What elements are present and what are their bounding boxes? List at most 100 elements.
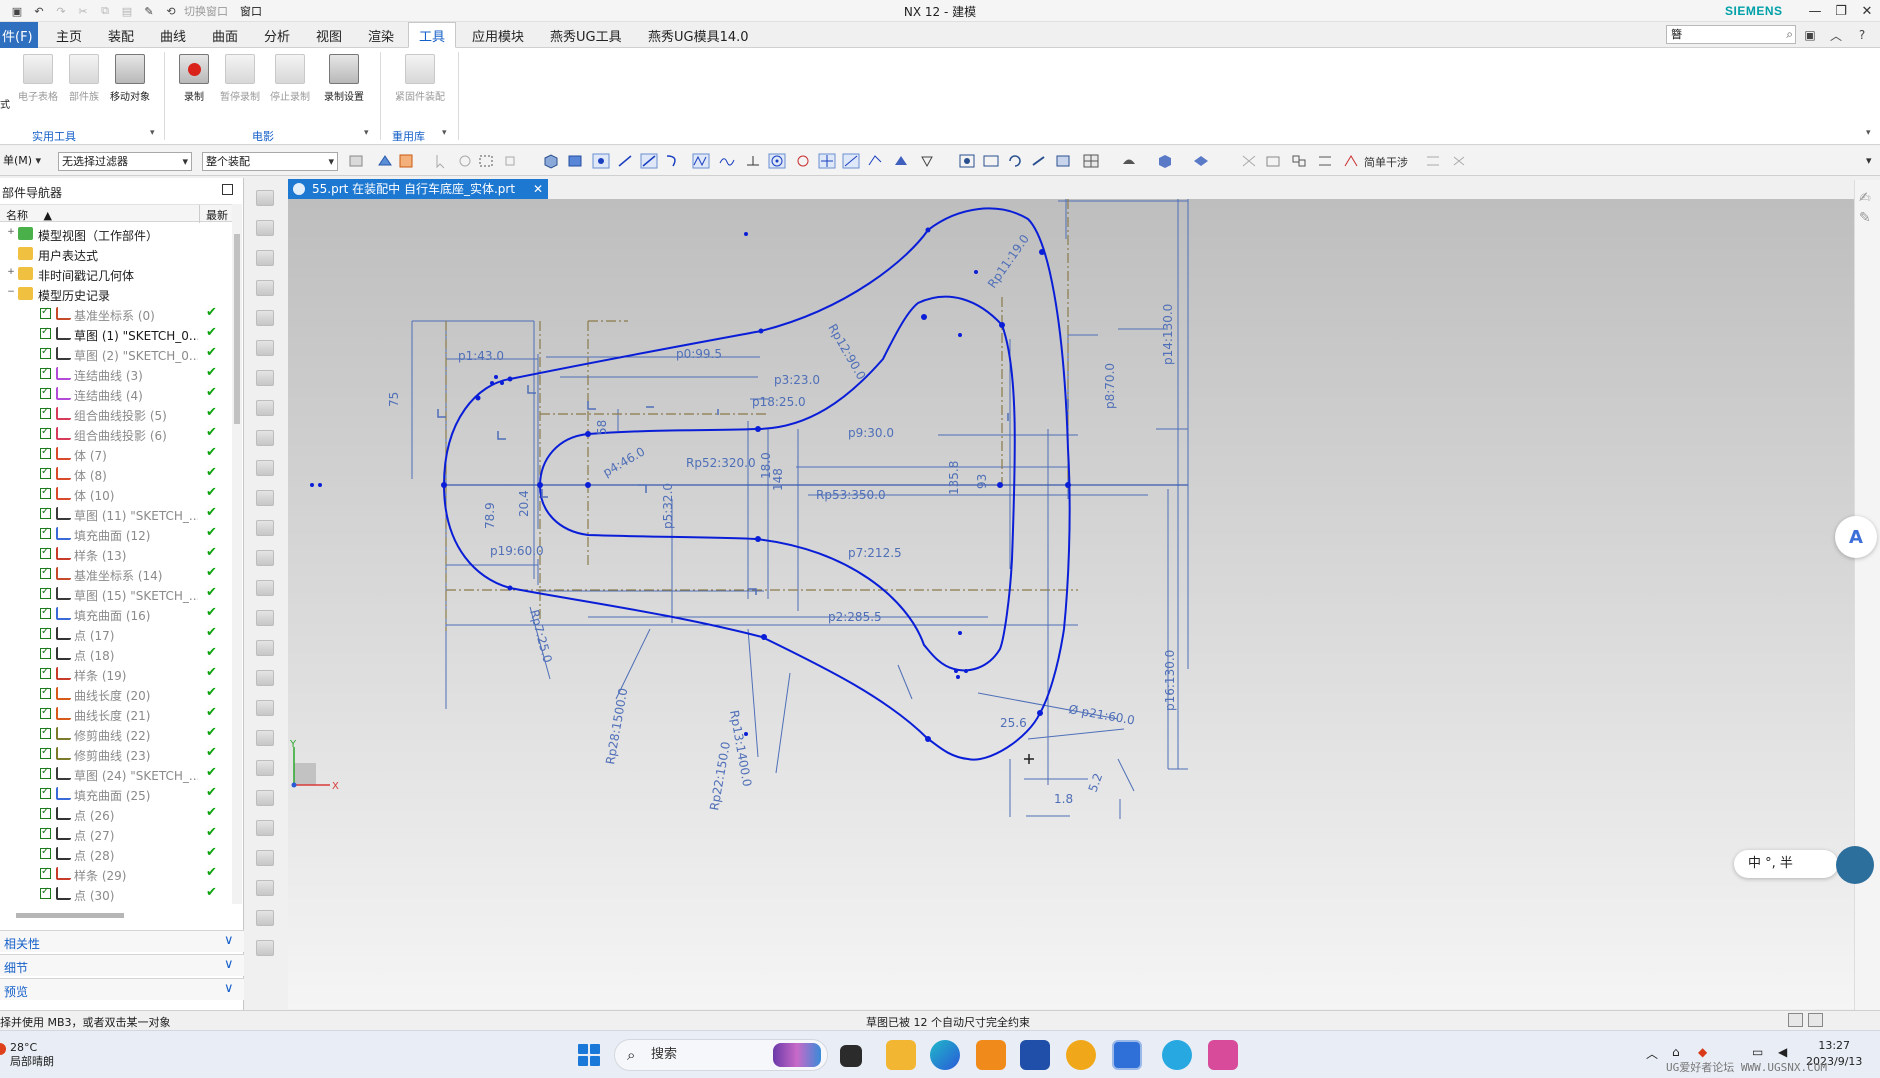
shading-icon[interactable] [1120,153,1138,169]
feature-row[interactable]: 样条 (29) ✔ [0,864,232,884]
intersection-snap-icon[interactable] [818,153,836,169]
file-explorer-icon[interactable] [886,1040,916,1070]
resource-bar-icon[interactable] [256,220,274,236]
feature-row[interactable]: 草图 (2) "SKETCH_0... ✔ [0,344,232,364]
visibility-checkbox[interactable] [40,686,51,699]
quadrant-snap-icon[interactable] [794,153,812,169]
simple-interference-label[interactable]: 简单干涉 [1364,154,1408,170]
resource-bar-icon[interactable] [256,880,274,896]
resource-bar-icon[interactable] [256,730,274,746]
resource-bar-icon[interactable] [256,400,274,416]
visibility-checkbox[interactable] [40,866,51,879]
selection-scope-dropdown[interactable]: 整个装配 [202,152,338,171]
tree-node[interactable]: − 模型历史记录 [0,284,232,304]
window-menu-button[interactable]: 窗口 [240,3,262,19]
tab-analysis[interactable]: 分析 [264,22,290,48]
feature-row[interactable]: 基准坐标系 (14) ✔ [0,564,232,584]
visibility-checkbox[interactable] [40,406,51,419]
visibility-checkbox[interactable] [40,506,51,519]
stop-record-button[interactable]: 停止录制 [264,54,316,103]
tray-app-icon[interactable]: ◆ [1698,1045,1707,1059]
feature-row[interactable]: 连结曲线 (3) ✔ [0,364,232,384]
store-icon[interactable] [1020,1040,1050,1070]
feature-row[interactable]: 连结曲线 (4) ✔ [0,384,232,404]
visibility-checkbox[interactable] [40,766,51,779]
bounded-grid-icon[interactable] [892,153,910,169]
feature-row[interactable]: 草图 (15) "SKETCH_... ✔ [0,584,232,604]
pointer-icon[interactable] [432,153,450,169]
point-on-curve-snap-icon[interactable] [842,153,860,169]
chevron-down-icon[interactable]: ∨ [224,981,234,996]
feature-row[interactable]: 点 (28) ✔ [0,844,232,864]
resource-bar-icon[interactable] [256,310,274,326]
visibility-checkbox[interactable] [40,666,51,679]
feature-row[interactable]: 样条 (19) ✔ [0,664,232,684]
assembly-constraint-icon[interactable] [1450,153,1468,169]
weather-widget[interactable]: 28°C 局部晴朗 [10,1041,54,1069]
resource-bar-icon[interactable] [256,340,274,356]
work-layer-icon[interactable] [1192,153,1210,169]
tree-node[interactable]: + 模型视图（工作部件） [0,224,232,244]
resource-bar-icon[interactable] [256,700,274,716]
feature-row[interactable]: 点 (18) ✔ [0,644,232,664]
visibility-checkbox[interactable] [40,646,51,659]
feature-row[interactable]: 组合曲线投影 (6) ✔ [0,424,232,444]
edge-browser-icon[interactable] [930,1040,960,1070]
save-icon[interactable]: ▣ [8,2,26,20]
restore-icon[interactable]: ❐ [1828,0,1854,22]
scrollbar-thumb[interactable] [234,234,240,424]
feature-row[interactable]: 修剪曲线 (22) ✔ [0,724,232,744]
feature-row[interactable]: 体 (10) ✔ [0,484,232,504]
clearance-icon[interactable] [1424,153,1442,169]
tab-home[interactable]: 主页 [56,22,82,48]
tab-surface[interactable]: 曲面 [212,22,238,48]
spreadsheet-button[interactable]: 电子表格 [12,54,64,103]
fastener-assembly-button[interactable]: 紧固件装配 [390,54,450,103]
tab-application[interactable]: 应用模块 [472,22,524,48]
resource-bar-icon[interactable] [256,190,274,206]
visibility-checkbox[interactable] [40,726,51,739]
visibility-checkbox[interactable] [40,826,51,839]
navigator-scrollbar[interactable] [232,204,242,904]
resource-bar-icon[interactable] [256,910,274,926]
column-divider[interactable] [199,205,200,223]
resource-bar-icon[interactable] [256,670,274,686]
minimize-icon[interactable]: — [1802,0,1828,22]
pan-icon[interactable] [1030,153,1048,169]
visibility-checkbox[interactable] [40,746,51,759]
close-tab-icon[interactable]: ✕ [533,179,543,199]
expand-icon[interactable] [6,247,16,257]
feature-row[interactable]: 基准坐标系 (0) ✔ [0,304,232,324]
visibility-checkbox[interactable] [40,546,51,559]
taskbar-search-box[interactable]: ⌕ 搜索 [614,1039,828,1071]
feature-row[interactable]: 点 (30) ✔ [0,884,232,904]
chevron-down-icon[interactable]: ∨ [224,957,234,972]
tab-view[interactable]: 视图 [316,22,342,48]
expand-icon[interactable]: + [6,267,16,277]
record-button[interactable]: 录制 [168,54,220,103]
chevron-down-icon[interactable]: ∨ [224,933,234,948]
feature-row[interactable]: 点 (17) ✔ [0,624,232,644]
panel-details[interactable]: 细节 ∨ [0,954,244,976]
group-expand-icon[interactable]: ▾ [442,128,447,138]
chart-app-icon[interactable] [1208,1040,1238,1070]
resource-bar-icon[interactable] [256,610,274,626]
face-snap-icon[interactable] [866,153,884,169]
tab-yanxiu-ug-mold[interactable]: 燕秀UG模具14.0 [648,22,749,48]
resource-bar-icon[interactable] [256,490,274,506]
ribbon-options-icon[interactable]: ▣ [1800,25,1820,45]
feature-row[interactable]: 修剪曲线 (23) ✔ [0,744,232,764]
tray-network-icon[interactable]: ⌂ [1672,1045,1680,1059]
visibility-checkbox[interactable] [40,806,51,819]
file-menu-tab[interactable]: 件(F) [0,22,38,48]
collapse-ribbon-icon[interactable]: ︿ [1826,25,1846,45]
select-all-icon[interactable] [398,153,416,169]
command-search-input[interactable]: 簪 ⌕ [1666,25,1796,44]
feature-row[interactable]: 草图 (1) "SKETCH_0... ✔ [0,324,232,344]
column-name-header[interactable]: 名称 ▲ [6,207,52,223]
snap-icon[interactable] [376,153,394,169]
command-finder-icon[interactable]: ✎ [140,2,158,20]
filter-icon[interactable] [348,153,366,169]
search-app-icon[interactable] [1066,1040,1096,1070]
visibility-checkbox[interactable] [40,566,51,579]
